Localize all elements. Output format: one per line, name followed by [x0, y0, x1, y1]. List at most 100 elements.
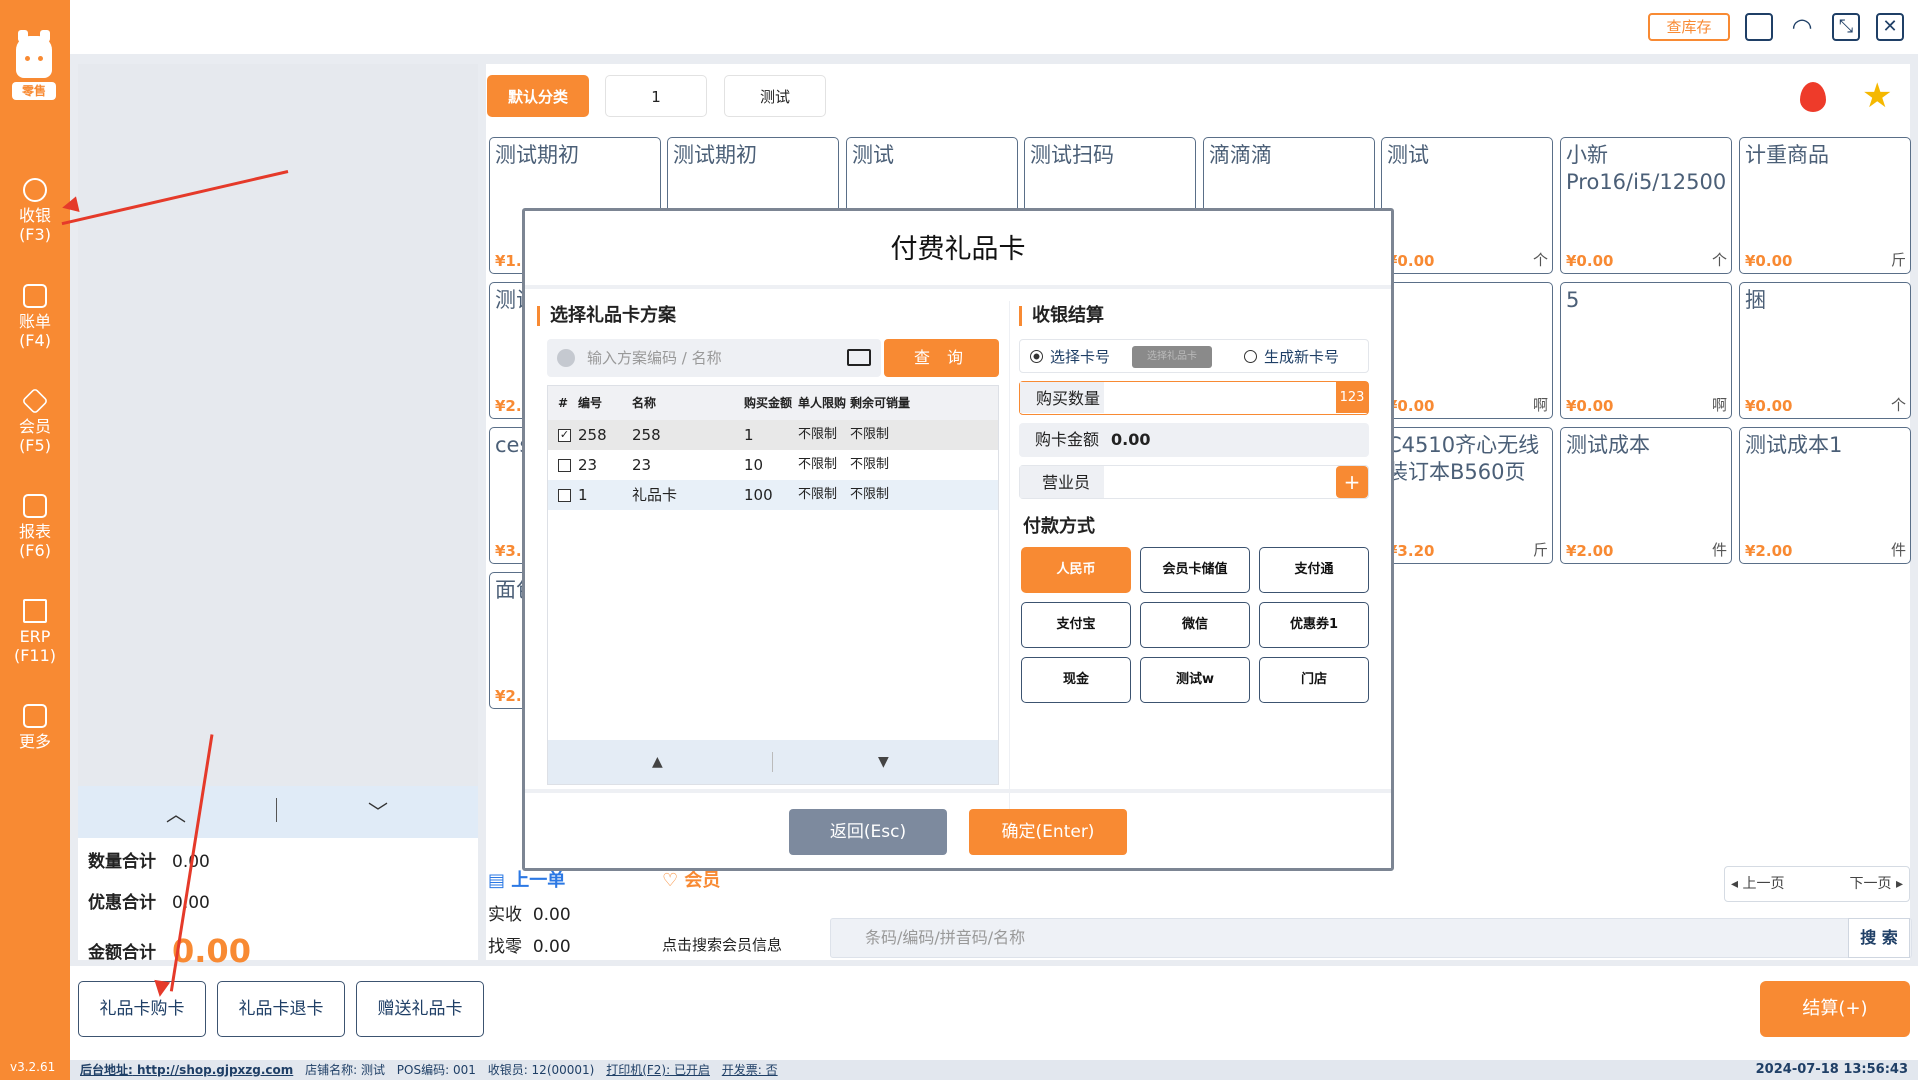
product-unit: 个: [1711, 251, 1727, 269]
settle-button[interactable]: 结算(+): [1760, 981, 1910, 1037]
prev-page[interactable]: ◂ 上一页: [1731, 876, 1784, 892]
giftcard-refund-button[interactable]: 礼品卡退卡: [217, 981, 345, 1037]
pay-zhifutong[interactable]: 支付通: [1259, 547, 1369, 593]
product-card[interactable]: C4510齐心无线装订本B560页 ¥3.20 斤: [1381, 427, 1553, 564]
fire-icon[interactable]: [1800, 82, 1826, 112]
invoice-status[interactable]: 开发票: 否: [722, 1063, 778, 1077]
product-card[interactable]: 小新Pro16/i5/12500 ¥0.00 个: [1560, 137, 1732, 274]
product-unit: 个: [1890, 396, 1906, 414]
product-card[interactable]: 测试成本 ¥2.00 件: [1560, 427, 1732, 564]
pos-code: POS编码: 001: [396, 1063, 476, 1077]
product-name: 测试成本: [1566, 433, 1650, 457]
giftcard-dialog: 付费礼品卡 选择礼品卡方案 输入方案编码 / 名称 查 询 # 编号 名称 购买…: [522, 208, 1394, 871]
product-card[interactable]: 捆 ¥0.00 个: [1739, 282, 1911, 419]
store-icon[interactable]: [1745, 13, 1773, 41]
sidebar-label: ERP: [19, 627, 51, 646]
table-row[interactable]: ✓ 258 258 1 不限制 不限制: [548, 420, 998, 450]
new-card-label[interactable]: 生成新卡号: [1264, 340, 1339, 374]
amount-field: 购卡金额 0.00: [1019, 423, 1369, 457]
sidebar-item-member[interactable]: 会员 (F5): [0, 387, 70, 455]
sidebar-item-more[interactable]: 更多: [0, 704, 70, 751]
minimize-icon[interactable]: ⤡: [1832, 13, 1860, 41]
add-clerk-button[interactable]: +: [1336, 466, 1368, 498]
scroll-up-icon[interactable]: ︿: [166, 798, 186, 827]
sidebar-item-erp[interactable]: ERP (F11): [0, 599, 70, 665]
pay-section-title: 付款方式: [1023, 516, 1095, 537]
member-search-hint[interactable]: 点击搜索会员信息: [662, 934, 782, 955]
category-default[interactable]: 默认分类: [487, 75, 589, 117]
sidebar-key: (F4): [19, 331, 51, 350]
pay-store[interactable]: 门店: [1259, 657, 1369, 703]
backend-url[interactable]: 后台地址: http://shop.gjpxzg.com: [80, 1063, 293, 1077]
keypad-badge: 123: [1336, 382, 1368, 413]
received-row: 实收 0.00: [488, 905, 571, 925]
scroll-down-icon[interactable]: ﹀: [368, 796, 388, 825]
check-stock-button[interactable]: 查库存: [1648, 13, 1730, 41]
sidebar-item-report[interactable]: 报表 (F6): [0, 494, 70, 560]
annotation-arrowhead: [151, 979, 171, 999]
printer-status[interactable]: 打印机(F2): 已开启: [606, 1063, 710, 1077]
app-logo: 零售: [10, 30, 58, 104]
sidebar-item-bills[interactable]: 账单 (F4): [0, 284, 70, 350]
sidebar-label: 更多: [18, 732, 51, 751]
product-unit: 个: [1532, 251, 1548, 269]
product-unit: 啊: [1532, 396, 1548, 414]
product-name: 测试: [852, 143, 894, 167]
product-price: ¥3.20: [1387, 542, 1435, 560]
product-unit: 斤: [1532, 541, 1548, 559]
qty-field[interactable]: 购买数量 123: [1019, 381, 1369, 415]
pay-wechat[interactable]: 微信: [1140, 602, 1250, 648]
confirm-button[interactable]: 确定(Enter): [969, 809, 1127, 855]
table-row[interactable]: 23 23 10 不限制 不限制: [548, 450, 998, 480]
plan-search-input[interactable]: 输入方案编码 / 名称: [547, 339, 881, 377]
checkbox-checked: ✓: [558, 428, 571, 442]
giftcard-buy-button[interactable]: 礼品卡购卡: [78, 981, 206, 1037]
giftcard-gift-button[interactable]: 赠送礼品卡: [356, 981, 484, 1037]
next-page[interactable]: 下一页 ▸: [1850, 867, 1903, 901]
query-button[interactable]: 查 询: [884, 339, 999, 377]
star-icon[interactable]: ★: [1862, 76, 1892, 116]
page-down-icon[interactable]: ▼: [878, 754, 889, 770]
close-icon[interactable]: ✕: [1876, 13, 1904, 41]
sidebar-label: 会员: [18, 417, 51, 436]
pager: ◂ 上一页 下一页 ▸: [1724, 866, 1910, 902]
select-card-label[interactable]: 选择卡号: [1050, 340, 1110, 374]
cashier-icon: [23, 178, 47, 202]
top-bar: [70, 0, 1918, 54]
bottom-bar: [70, 966, 1918, 1060]
pay-coupon[interactable]: 优惠券1: [1259, 602, 1369, 648]
table-row[interactable]: 1 礼品卡 100 不限制 不限制: [548, 480, 998, 510]
product-card[interactable]: 测试成本1 ¥2.00 件: [1739, 427, 1911, 564]
product-name: C4510齐心无线装订本B560页: [1387, 433, 1540, 484]
select-giftcard-button[interactable]: 选择礼品卡: [1132, 346, 1212, 368]
product-card[interactable]: 5 ¥0.00 啊: [1560, 282, 1732, 419]
back-button[interactable]: 返回(Esc): [789, 809, 947, 855]
product-card[interactable]: 测试 ¥0.00 个: [1381, 137, 1553, 274]
product-price: ¥0.00: [1566, 252, 1614, 270]
pay-test-w[interactable]: 测试w: [1140, 657, 1250, 703]
product-search-input[interactable]: 条码/编码/拼音码/名称: [830, 918, 1912, 958]
page-up-icon[interactable]: ▲: [652, 754, 663, 770]
pay-rmb[interactable]: 人民币: [1021, 547, 1131, 593]
datetime: 2024-07-18 13:56:43: [1755, 1062, 1908, 1077]
product-name: 测试期初: [673, 143, 757, 167]
pay-cash[interactable]: 现金: [1021, 657, 1131, 703]
amount-total: 金额合计 0.00: [88, 932, 251, 970]
product-card[interactable]: ¥0.00 啊: [1381, 282, 1553, 419]
product-card[interactable]: 计重商品 ¥0.00 斤: [1739, 137, 1911, 274]
product-name: 测试成本1: [1745, 433, 1843, 457]
keyboard-icon: [847, 349, 871, 366]
category-test[interactable]: 测试: [724, 75, 826, 117]
card-option-row: 选择卡号 选择礼品卡 生成新卡号: [1019, 339, 1369, 373]
radio-selected[interactable]: [1030, 350, 1043, 363]
clerk-field[interactable]: 营业员 +: [1019, 465, 1369, 499]
cart-nav: ︿ ﹀: [78, 786, 478, 838]
pay-member-card[interactable]: 会员卡储值: [1140, 547, 1250, 593]
plan-table: # 编号 名称 购买金额 单人限购 剩余可销量 ✓ 258 258 1 不限制 …: [547, 385, 999, 785]
search-button[interactable]: 搜 索: [1848, 918, 1910, 958]
sidebar-item-cashier[interactable]: 收银 (F3): [0, 178, 70, 244]
radio[interactable]: [1244, 350, 1257, 363]
pay-alipay[interactable]: 支付宝: [1021, 602, 1131, 648]
product-price: ¥2.00: [1566, 542, 1614, 560]
category-1[interactable]: 1: [605, 75, 707, 117]
